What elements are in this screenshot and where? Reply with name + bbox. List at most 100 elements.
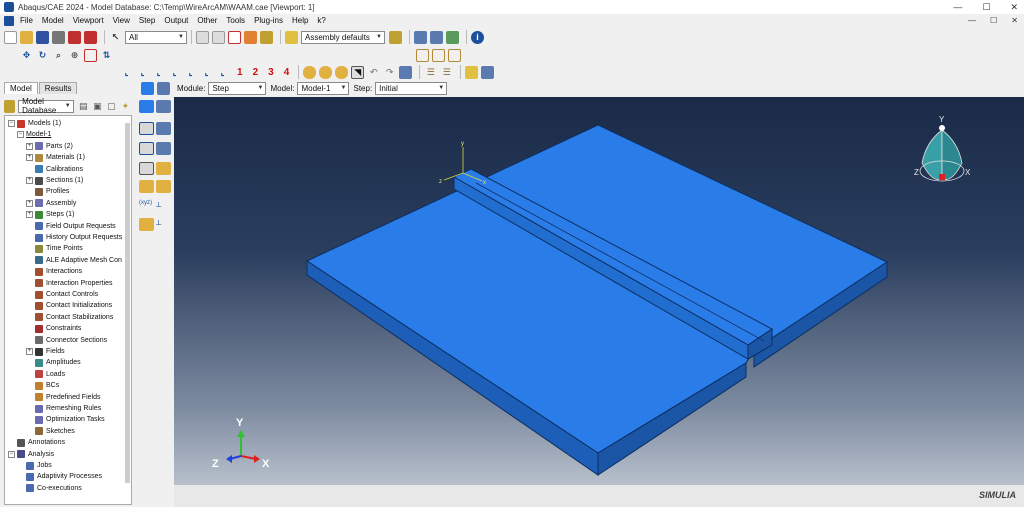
step-manager-icon[interactable]	[156, 100, 171, 113]
rotate-icon[interactable]: ↻	[36, 49, 49, 62]
tip-icon[interactable]: ✦	[120, 100, 131, 113]
tree-item[interactable]: + Steps (1)	[26, 209, 74, 220]
tree-item[interactable]: Contact Stabilizations	[26, 312, 113, 323]
view-front-axis-icon[interactable]: ⌞	[120, 66, 133, 79]
close-button[interactable]: ✕	[1010, 2, 1018, 13]
menu-step[interactable]: Step	[139, 16, 155, 25]
datum-icon[interactable]: ⟂	[156, 200, 171, 213]
model-combo[interactable]: Model-1 ▼	[297, 82, 350, 95]
tree-expander-icon[interactable]: +	[26, 211, 33, 219]
tree-item[interactable]: ALE Adaptive Mesh Con	[26, 255, 122, 266]
tree-scrollbar[interactable]	[125, 123, 130, 483]
open-file-icon[interactable]	[20, 30, 33, 44]
solution-controls-icon[interactable]	[156, 180, 171, 193]
shell-display-icon[interactable]	[448, 48, 461, 62]
print-icon[interactable]	[52, 30, 65, 44]
redo-view-icon[interactable]: ↷	[383, 66, 396, 79]
tree-item[interactable]: + Sections (1)	[26, 175, 83, 186]
collapse-icon[interactable]: ▢	[106, 100, 117, 113]
view-front-icon[interactable]	[430, 30, 443, 44]
tree-item[interactable]: Calibrations	[26, 164, 83, 175]
compass-top-knob[interactable]	[939, 125, 945, 131]
viewport-menu-icon[interactable]	[4, 15, 14, 26]
selection-filter-combo[interactable]: All ▼	[125, 30, 187, 44]
tree-item[interactable]: Loads	[26, 369, 65, 380]
tree-item[interactable]: Optimization Tasks	[26, 414, 105, 425]
tree-item[interactable]: Adaptivity Processes	[17, 471, 102, 482]
mdi-restore-button[interactable]: ☐	[990, 16, 997, 25]
undo-view-icon[interactable]: ↶	[367, 66, 380, 79]
instance-display-icon[interactable]	[432, 48, 445, 62]
select-options-icon[interactable]	[244, 30, 257, 44]
tree-expander-icon[interactable]: +	[26, 154, 33, 162]
tree-item[interactable]: Profiles	[26, 186, 69, 197]
tree-item[interactable]: − Analysis	[8, 449, 54, 460]
tree-item[interactable]: Jobs	[17, 460, 52, 471]
module-toggle-icon[interactable]	[141, 82, 154, 95]
tree-expander-icon[interactable]: +	[26, 142, 33, 150]
view-4-button[interactable]: 4	[284, 67, 290, 78]
menu-help[interactable]: Help	[292, 16, 308, 25]
tree-item[interactable]: + Materials (1)	[26, 152, 85, 163]
view-3-button[interactable]: 3	[268, 67, 274, 78]
view-iso-axis-icon[interactable]: ⌞	[216, 66, 229, 79]
create-step-icon[interactable]	[139, 100, 154, 113]
tree-item[interactable]: − Model-1	[17, 129, 51, 140]
tree-expander-icon[interactable]: −	[8, 450, 15, 458]
model-database-combo[interactable]: Model Database ▼	[18, 97, 74, 115]
render-style-combo[interactable]: Assembly defaults ▼	[301, 30, 385, 44]
wireframe-icon[interactable]	[303, 65, 317, 79]
ale-controls-icon[interactable]	[156, 162, 171, 175]
view-compass[interactable]: Y Z X	[914, 115, 971, 182]
datum-csys-icon[interactable]: ⟂	[156, 218, 171, 231]
render-icon[interactable]	[260, 30, 273, 44]
pan-icon[interactable]: ✥	[20, 49, 33, 62]
tree-item[interactable]: + Fields	[26, 346, 65, 357]
view-1-button[interactable]: 1	[237, 67, 243, 78]
maximize-button[interactable]: ☐	[982, 2, 990, 13]
tree-item[interactable]: Contact Controls	[26, 289, 98, 300]
assembly-display-icon[interactable]	[285, 30, 298, 44]
tree-item[interactable]: Contact Initializations	[26, 300, 112, 311]
context-help-button[interactable]: k?	[317, 16, 325, 25]
view-left-axis-icon[interactable]: ⌞	[152, 66, 165, 79]
menu-model[interactable]: Model	[42, 16, 64, 25]
menu-tools[interactable]: Tools	[226, 16, 245, 25]
step-combo[interactable]: Initial ▼	[375, 82, 448, 95]
tab-model[interactable]: Model	[4, 82, 38, 94]
tree-item[interactable]: Co-executions	[17, 483, 82, 494]
tree-expander-icon[interactable]: +	[26, 177, 33, 184]
part-display-icon[interactable]	[416, 48, 429, 62]
view-back-axis-icon[interactable]: ⌞	[136, 66, 149, 79]
export-icon[interactable]	[84, 30, 97, 44]
expand-icon[interactable]: ▣	[92, 100, 103, 113]
history-output-manager-icon[interactable]	[156, 142, 171, 155]
tree-item[interactable]: Predefined Fields	[26, 392, 100, 403]
display-options-icon[interactable]	[389, 30, 402, 44]
view-manager-icon[interactable]	[399, 65, 413, 79]
tree-item[interactable]: Sketches	[26, 426, 75, 437]
filter-icon[interactable]: ▤	[78, 100, 89, 113]
tree-item[interactable]: Interactions	[26, 266, 82, 277]
tree-item[interactable]: BCs	[26, 380, 59, 391]
menu-other[interactable]: Other	[197, 16, 217, 25]
view-bottom-axis-icon[interactable]: ⌞	[200, 66, 213, 79]
tree-item[interactable]: Constraints	[26, 323, 81, 334]
menu-view[interactable]: View	[113, 16, 130, 25]
zoom-icon[interactable]: ⊕	[68, 49, 81, 62]
module-manager-icon[interactable]	[157, 82, 170, 95]
ladder-alt-icon[interactable]: ☰	[440, 66, 453, 79]
adaptive-mesh-icon[interactable]	[139, 162, 154, 175]
drag-select-icon[interactable]	[228, 30, 241, 44]
tree-item[interactable]: Field Output Requests	[26, 221, 116, 232]
tree-expander-icon[interactable]: −	[17, 131, 24, 139]
tree-expander-icon[interactable]: −	[8, 120, 15, 127]
ladder-icon[interactable]: ☰	[424, 66, 437, 79]
tree-expander-icon[interactable]: +	[26, 199, 33, 207]
tree-item[interactable]: Annotations	[8, 437, 65, 448]
tree-item[interactable]: − Models (1)	[8, 118, 61, 129]
tree-item[interactable]: Time Points	[26, 243, 83, 254]
mdi-minimize-button[interactable]: —	[968, 16, 976, 25]
field-output-manager-icon[interactable]	[156, 122, 171, 135]
info-icon[interactable]: i	[471, 30, 484, 44]
